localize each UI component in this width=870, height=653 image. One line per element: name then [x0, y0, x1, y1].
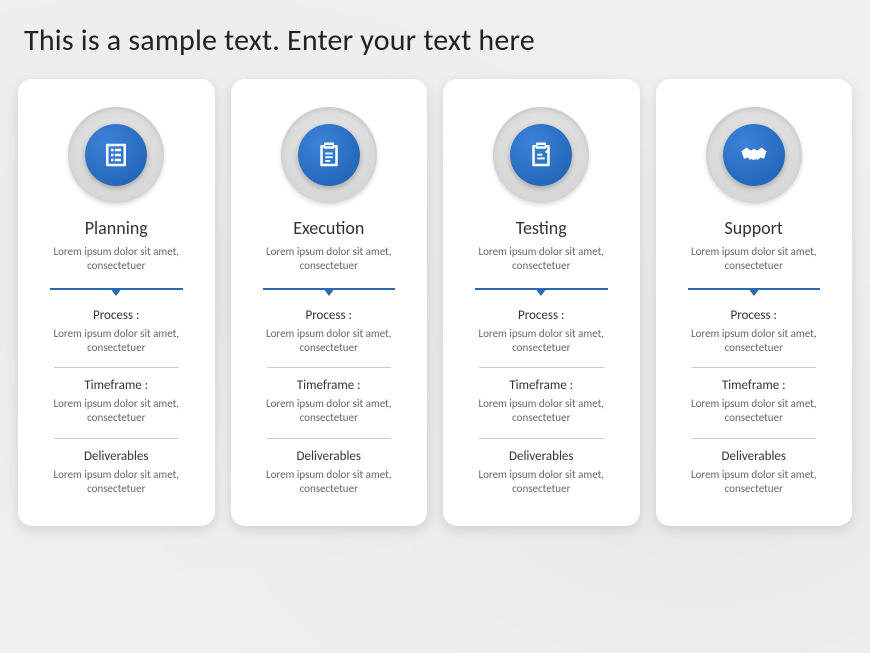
card-desc: Lorem ipsum dolor sit amet, consectetuer: [453, 245, 630, 274]
card-title: Testing: [453, 217, 630, 239]
process-text: Lorem ipsum dolor sit amet, consectetuer: [28, 327, 205, 356]
process-section: Process : Lorem ipsum dolor sit amet, co…: [666, 308, 843, 356]
timeframe-label: Timeframe :: [28, 378, 205, 393]
process-section: Process : Lorem ipsum dolor sit amet, co…: [28, 308, 205, 356]
process-text: Lorem ipsum dolor sit amet, consectetuer: [241, 327, 418, 356]
deliverables-section: Deliverables Lorem ipsum dolor sit amet,…: [241, 449, 418, 497]
thin-line: [692, 438, 817, 439]
divider-arrow: [475, 286, 608, 298]
card-desc: Lorem ipsum dolor sit amet, consectetuer: [241, 245, 418, 274]
process-label: Process :: [453, 308, 630, 323]
card-title: Planning: [28, 217, 205, 239]
deliverables-section: Deliverables Lorem ipsum dolor sit amet,…: [453, 449, 630, 497]
thin-line: [267, 438, 392, 439]
timeframe-text: Lorem ipsum dolor sit amet, consectetuer: [241, 397, 418, 426]
timeframe-label: Timeframe :: [666, 378, 843, 393]
card-execution: Execution Lorem ipsum dolor sit amet, co…: [231, 79, 428, 526]
divider-arrow: [263, 286, 396, 298]
icon-ring: [493, 107, 589, 203]
card-title: Execution: [241, 217, 418, 239]
timeframe-section: Timeframe : Lorem ipsum dolor sit amet, …: [241, 378, 418, 426]
thin-line: [479, 438, 604, 439]
divider-arrow: [688, 286, 821, 298]
process-label: Process :: [241, 308, 418, 323]
deliverables-text: Lorem ipsum dolor sit amet, consectetuer: [453, 468, 630, 497]
deliverables-label: Deliverables: [453, 449, 630, 464]
thin-line: [54, 367, 179, 368]
process-label: Process :: [666, 308, 843, 323]
process-text: Lorem ipsum dolor sit amet, consectetuer: [666, 327, 843, 356]
deliverables-section: Deliverables Lorem ipsum dolor sit amet,…: [666, 449, 843, 497]
thin-line: [267, 367, 392, 368]
process-text: Lorem ipsum dolor sit amet, consectetuer: [453, 327, 630, 356]
process-section: Process : Lorem ipsum dolor sit amet, co…: [453, 308, 630, 356]
process-section: Process : Lorem ipsum dolor sit amet, co…: [241, 308, 418, 356]
deliverables-section: Deliverables Lorem ipsum dolor sit amet,…: [28, 449, 205, 497]
cards-row: Planning Lorem ipsum dolor sit amet, con…: [0, 69, 870, 548]
timeframe-text: Lorem ipsum dolor sit amet, consectetuer: [28, 397, 205, 426]
icon-ring: [281, 107, 377, 203]
timeframe-section: Timeframe : Lorem ipsum dolor sit amet, …: [453, 378, 630, 426]
card-testing: Testing Lorem ipsum dolor sit amet, cons…: [443, 79, 640, 526]
card-desc: Lorem ipsum dolor sit amet, consectetuer: [28, 245, 205, 274]
timeframe-label: Timeframe :: [453, 378, 630, 393]
timeframe-section: Timeframe : Lorem ipsum dolor sit amet, …: [666, 378, 843, 426]
timeframe-text: Lorem ipsum dolor sit amet, consectetuer: [453, 397, 630, 426]
card-title: Support: [666, 217, 843, 239]
deliverables-label: Deliverables: [241, 449, 418, 464]
divider-arrow: [50, 286, 183, 298]
handshake-icon: [723, 124, 785, 186]
card-desc: Lorem ipsum dolor sit amet, consectetuer: [666, 245, 843, 274]
card-planning: Planning Lorem ipsum dolor sit amet, con…: [18, 79, 215, 526]
clipboard-icon: [298, 124, 360, 186]
icon-ring: [68, 107, 164, 203]
deliverables-text: Lorem ipsum dolor sit amet, consectetuer: [666, 468, 843, 497]
timeframe-text: Lorem ipsum dolor sit amet, consectetuer: [666, 397, 843, 426]
thin-line: [479, 367, 604, 368]
process-label: Process :: [28, 308, 205, 323]
deliverables-label: Deliverables: [28, 449, 205, 464]
clipboard-check-icon: [510, 124, 572, 186]
checklist-icon: [85, 124, 147, 186]
timeframe-label: Timeframe :: [241, 378, 418, 393]
deliverables-text: Lorem ipsum dolor sit amet, consectetuer: [28, 468, 205, 497]
deliverables-text: Lorem ipsum dolor sit amet, consectetuer: [241, 468, 418, 497]
thin-line: [692, 367, 817, 368]
deliverables-label: Deliverables: [666, 449, 843, 464]
card-support: Support Lorem ipsum dolor sit amet, cons…: [656, 79, 853, 526]
timeframe-section: Timeframe : Lorem ipsum dolor sit amet, …: [28, 378, 205, 426]
thin-line: [54, 438, 179, 439]
icon-ring: [706, 107, 802, 203]
